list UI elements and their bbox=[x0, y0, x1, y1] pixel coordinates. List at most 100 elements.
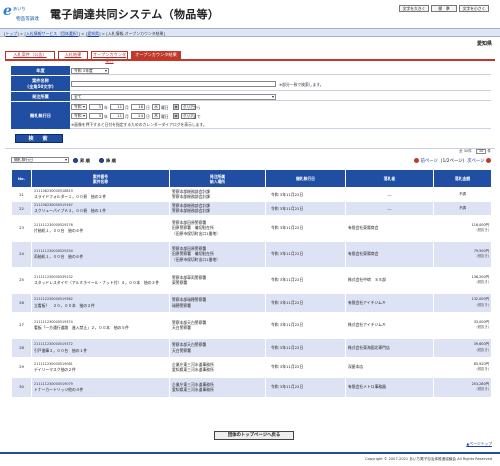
case-cell: 211108230000518819 スライドフォルダー１，００冊 抽の２件 bbox=[31, 187, 170, 202]
winning-amount: 不調 bbox=[459, 205, 466, 210]
table-row[interactable]: 30 211111230000519079 トナーカートリッジ他の４件 企業庁東三河水… bbox=[11, 376, 492, 398]
case-name-link[interactable]: スクリューパイプＡ３，００冊 抽の１件 bbox=[34, 208, 106, 213]
case-name-link[interactable]: 片袖机１，００台 抽の６件 bbox=[34, 228, 83, 233]
case-name-note: ※部分一致で検索します。 bbox=[279, 82, 324, 87]
next-page-link[interactable]: 次ページ bbox=[467, 159, 484, 164]
winner: 有限会社メトロ事務器 bbox=[345, 376, 434, 398]
search-button[interactable]: 検 索 bbox=[15, 134, 63, 143]
table-row[interactable]: 23 211111230000529276 片袖机１，００台 抽の６件 警察本部田原警… bbox=[11, 214, 492, 242]
org-field-cell: 全て bbox=[70, 92, 491, 101]
org-select[interactable]: 全て bbox=[71, 94, 276, 100]
back-to-org-top-button[interactable]: 団体のトップページへ戻る bbox=[214, 431, 294, 440]
case-name-link[interactable]: 看板「一方通行道路 進入禁止」２，００本 抽の５件 bbox=[34, 325, 129, 330]
amount-cell: 79,500円 (税抜き) bbox=[433, 240, 492, 268]
date-label: 開札執行日 bbox=[11, 102, 70, 129]
col-amount: 落札金額 bbox=[433, 169, 492, 188]
table-row[interactable]: 28 211111230000519372 引戸書庫３，００台 抽の１件 警察本部天白… bbox=[11, 337, 492, 358]
open-date: 令和 3年11月22日 bbox=[265, 200, 346, 216]
org-cell: 警察本部天白警察署 天白警察署 bbox=[169, 311, 266, 339]
case-cell: 211111230000519374 看板「一方通行道路 進入禁止」２，００本 抽… bbox=[31, 311, 170, 339]
from-calendar-icon[interactable]: ▦ bbox=[173, 104, 179, 110]
row-no: 28 bbox=[11, 337, 32, 358]
next-page-icon[interactable] bbox=[486, 158, 491, 163]
to-month-unit: 月 bbox=[125, 113, 129, 119]
breadcrumb-pref-link[interactable]: 愛知県 bbox=[87, 31, 99, 36]
breadcrumb-org-select-link[interactable]: 入札情報サービス（団体選択） bbox=[26, 31, 79, 36]
sort-field-select[interactable]: 開札執行日 bbox=[11, 157, 69, 163]
site-logo[interactable]: e あいち 物品等調達 bbox=[3, 4, 47, 24]
winner: ― bbox=[345, 187, 434, 202]
to-calendar-icon[interactable]: ▦ bbox=[173, 113, 179, 119]
table-row[interactable]: 25 211111230000539132 スタッドレスタイヤ（アルミホイール・ナッ… bbox=[11, 266, 492, 294]
logo-text: あいち bbox=[13, 6, 26, 11]
open-date: 令和 3年11月22日 bbox=[265, 214, 346, 242]
table-row[interactable]: 21 211108230000518819 スライドフォルダー１，００冊 抽の２件警… bbox=[11, 187, 492, 202]
per-page-select[interactable]: 10 bbox=[476, 149, 487, 154]
to-era-select[interactable]: 令和 bbox=[71, 113, 87, 119]
case-name-link[interactable]: 引戸書庫３，００台 抽の１件 bbox=[34, 348, 87, 353]
to-day-input[interactable]: 24 bbox=[131, 113, 145, 119]
delivery-place: 愛知県東三河水道事務所 bbox=[172, 367, 214, 373]
amount-cell: 132,000円 (税抜き) bbox=[433, 292, 492, 313]
case-name-link[interactable]: 立看板？ ２０，００本 抽の２件 bbox=[34, 303, 95, 308]
font-large-button[interactable]: 文字を大きく bbox=[399, 5, 429, 12]
case-name-link[interactable]: デイリーマスク抽の２件 bbox=[34, 367, 76, 372]
per-page-unit: 件 bbox=[487, 149, 491, 153]
case-cell: 211111230000539132 スタッドレスタイヤ（アルミホイール・ナット付… bbox=[31, 266, 170, 294]
case-cell: 211111230000519081 デイリーマスク抽の２件 bbox=[31, 356, 170, 378]
org-cell: 警察本部天白警察署 天白警察署 bbox=[169, 337, 266, 358]
sort-asc-radio[interactable] bbox=[73, 158, 78, 163]
org-cell: 企業庁東三河水道事務所 愛知県東三河水道事務所 bbox=[169, 356, 266, 378]
to-year-input[interactable]: 3 bbox=[89, 113, 103, 119]
col-winner: 落札者 bbox=[345, 169, 434, 188]
case-name-link[interactable]: スタッドレスタイヤ（アルミホイール・ナット付）４，００本 抽の２件 bbox=[34, 280, 159, 285]
case-name-link[interactable]: トナーカートリッジ他の４件 bbox=[34, 387, 83, 392]
row-no: 21 bbox=[11, 187, 32, 202]
case-name-link[interactable]: スライドフォルダー１，００冊 抽の２件 bbox=[34, 194, 106, 199]
org-cell: 警察本部総務部会計課 警察本部総務部会計課 bbox=[169, 200, 266, 216]
case-name-input[interactable] bbox=[71, 81, 276, 87]
case-name-link[interactable]: 両袖机１，００台 抽の６件 bbox=[34, 254, 83, 259]
date-note: ※画像を押下すると日付を指定するためのカレンダーダイアログを表示します。 bbox=[71, 122, 207, 127]
from-day-input[interactable]: 16 bbox=[131, 104, 145, 110]
tab-bid-results[interactable]: 入札結果 bbox=[58, 51, 88, 59]
site-header: e あいち 物品等調達 電子調達共同システム（物品等） 文字を大きく 標 準 文… bbox=[0, 0, 500, 28]
tab-open-counter-cases[interactable]: オープンカウンタ案件 bbox=[91, 51, 128, 63]
open-date: 令和 3年11月22日 bbox=[265, 311, 346, 339]
from-year-input[interactable]: 3 bbox=[89, 104, 103, 110]
tab-bid-cases[interactable]: 入札案件（公告） bbox=[5, 51, 55, 59]
table-row[interactable]: 26 211112230000519362 立看板？ ２０，００本 抽の２件 警察本部… bbox=[11, 292, 492, 313]
table-row[interactable]: 22 211108230000519167 スクリューパイプＡ３，００冊 抽の１件警… bbox=[11, 200, 492, 216]
table-row[interactable]: 29 211111230000519081 デイリーマスク抽の２件 企業庁東三河水道事… bbox=[11, 356, 492, 378]
case-cell: 211108230000519167 スクリューパイプＡ３，００冊 抽の１件 bbox=[31, 200, 170, 216]
amount-cell: 不調 bbox=[433, 187, 492, 202]
table-row[interactable]: 27 211111230000519374 看板「一方通行道路 進入禁止」２，００本… bbox=[11, 311, 492, 339]
table-row[interactable]: 24 211111230000529254 両袖机１，００台 抽の６件 警察本部田原警… bbox=[11, 240, 492, 268]
breadcrumb-sep: > bbox=[100, 30, 107, 36]
page-top-link[interactable]: ▲ページトップ bbox=[466, 441, 492, 447]
case-cell: 211111230000529254 両袖机１，００台 抽の６件 bbox=[31, 240, 170, 268]
year-select[interactable]: 令和 3年度 bbox=[71, 68, 109, 74]
row-no: 30 bbox=[11, 376, 32, 398]
from-era-select[interactable]: 令和 bbox=[71, 104, 87, 110]
sort-desc-radio[interactable] bbox=[99, 158, 104, 163]
delivery-place: 愛知県東三河水道事務所 bbox=[172, 387, 214, 393]
row-no: 26 bbox=[11, 292, 32, 313]
prev-page-link[interactable]: 前ページ bbox=[420, 159, 437, 164]
org-cell: 警察本部瑞穂警察署 瑞穂警察署 bbox=[169, 292, 266, 313]
case-name-label: 案件名称 (全角50文字) bbox=[11, 76, 70, 91]
from-month-input[interactable]: 11 bbox=[110, 104, 124, 110]
font-standard-button[interactable]: 標 準 bbox=[431, 5, 457, 12]
font-small-button[interactable]: 文字を小さく bbox=[459, 5, 489, 12]
prev-page-icon[interactable] bbox=[414, 158, 420, 163]
open-date: 令和 3年11月22日 bbox=[265, 266, 346, 294]
delivery-place: 田原警察署 儀切駐在所 （田原市保切町出口1番地） bbox=[172, 225, 220, 236]
tab-open-counter-results[interactable]: オープンカウンタ結果 bbox=[131, 51, 181, 59]
table-header-row: No. 案件番号 案件名称 発注所属 納入場所 開札執行日 落札者 落札金額 bbox=[11, 169, 492, 188]
breadcrumb-current: 入札情報-オープンカウンタ結果 bbox=[107, 30, 164, 36]
to-month-input[interactable]: 11 bbox=[110, 113, 124, 119]
breadcrumb-top-link[interactable]: トップ bbox=[6, 31, 18, 36]
tax-note: (税抜き) bbox=[476, 280, 489, 285]
open-date: 令和 3年11月22日 bbox=[265, 187, 346, 202]
org-cell: 警察本部総務部会計課 警察本部総務部会計課 bbox=[169, 187, 266, 202]
